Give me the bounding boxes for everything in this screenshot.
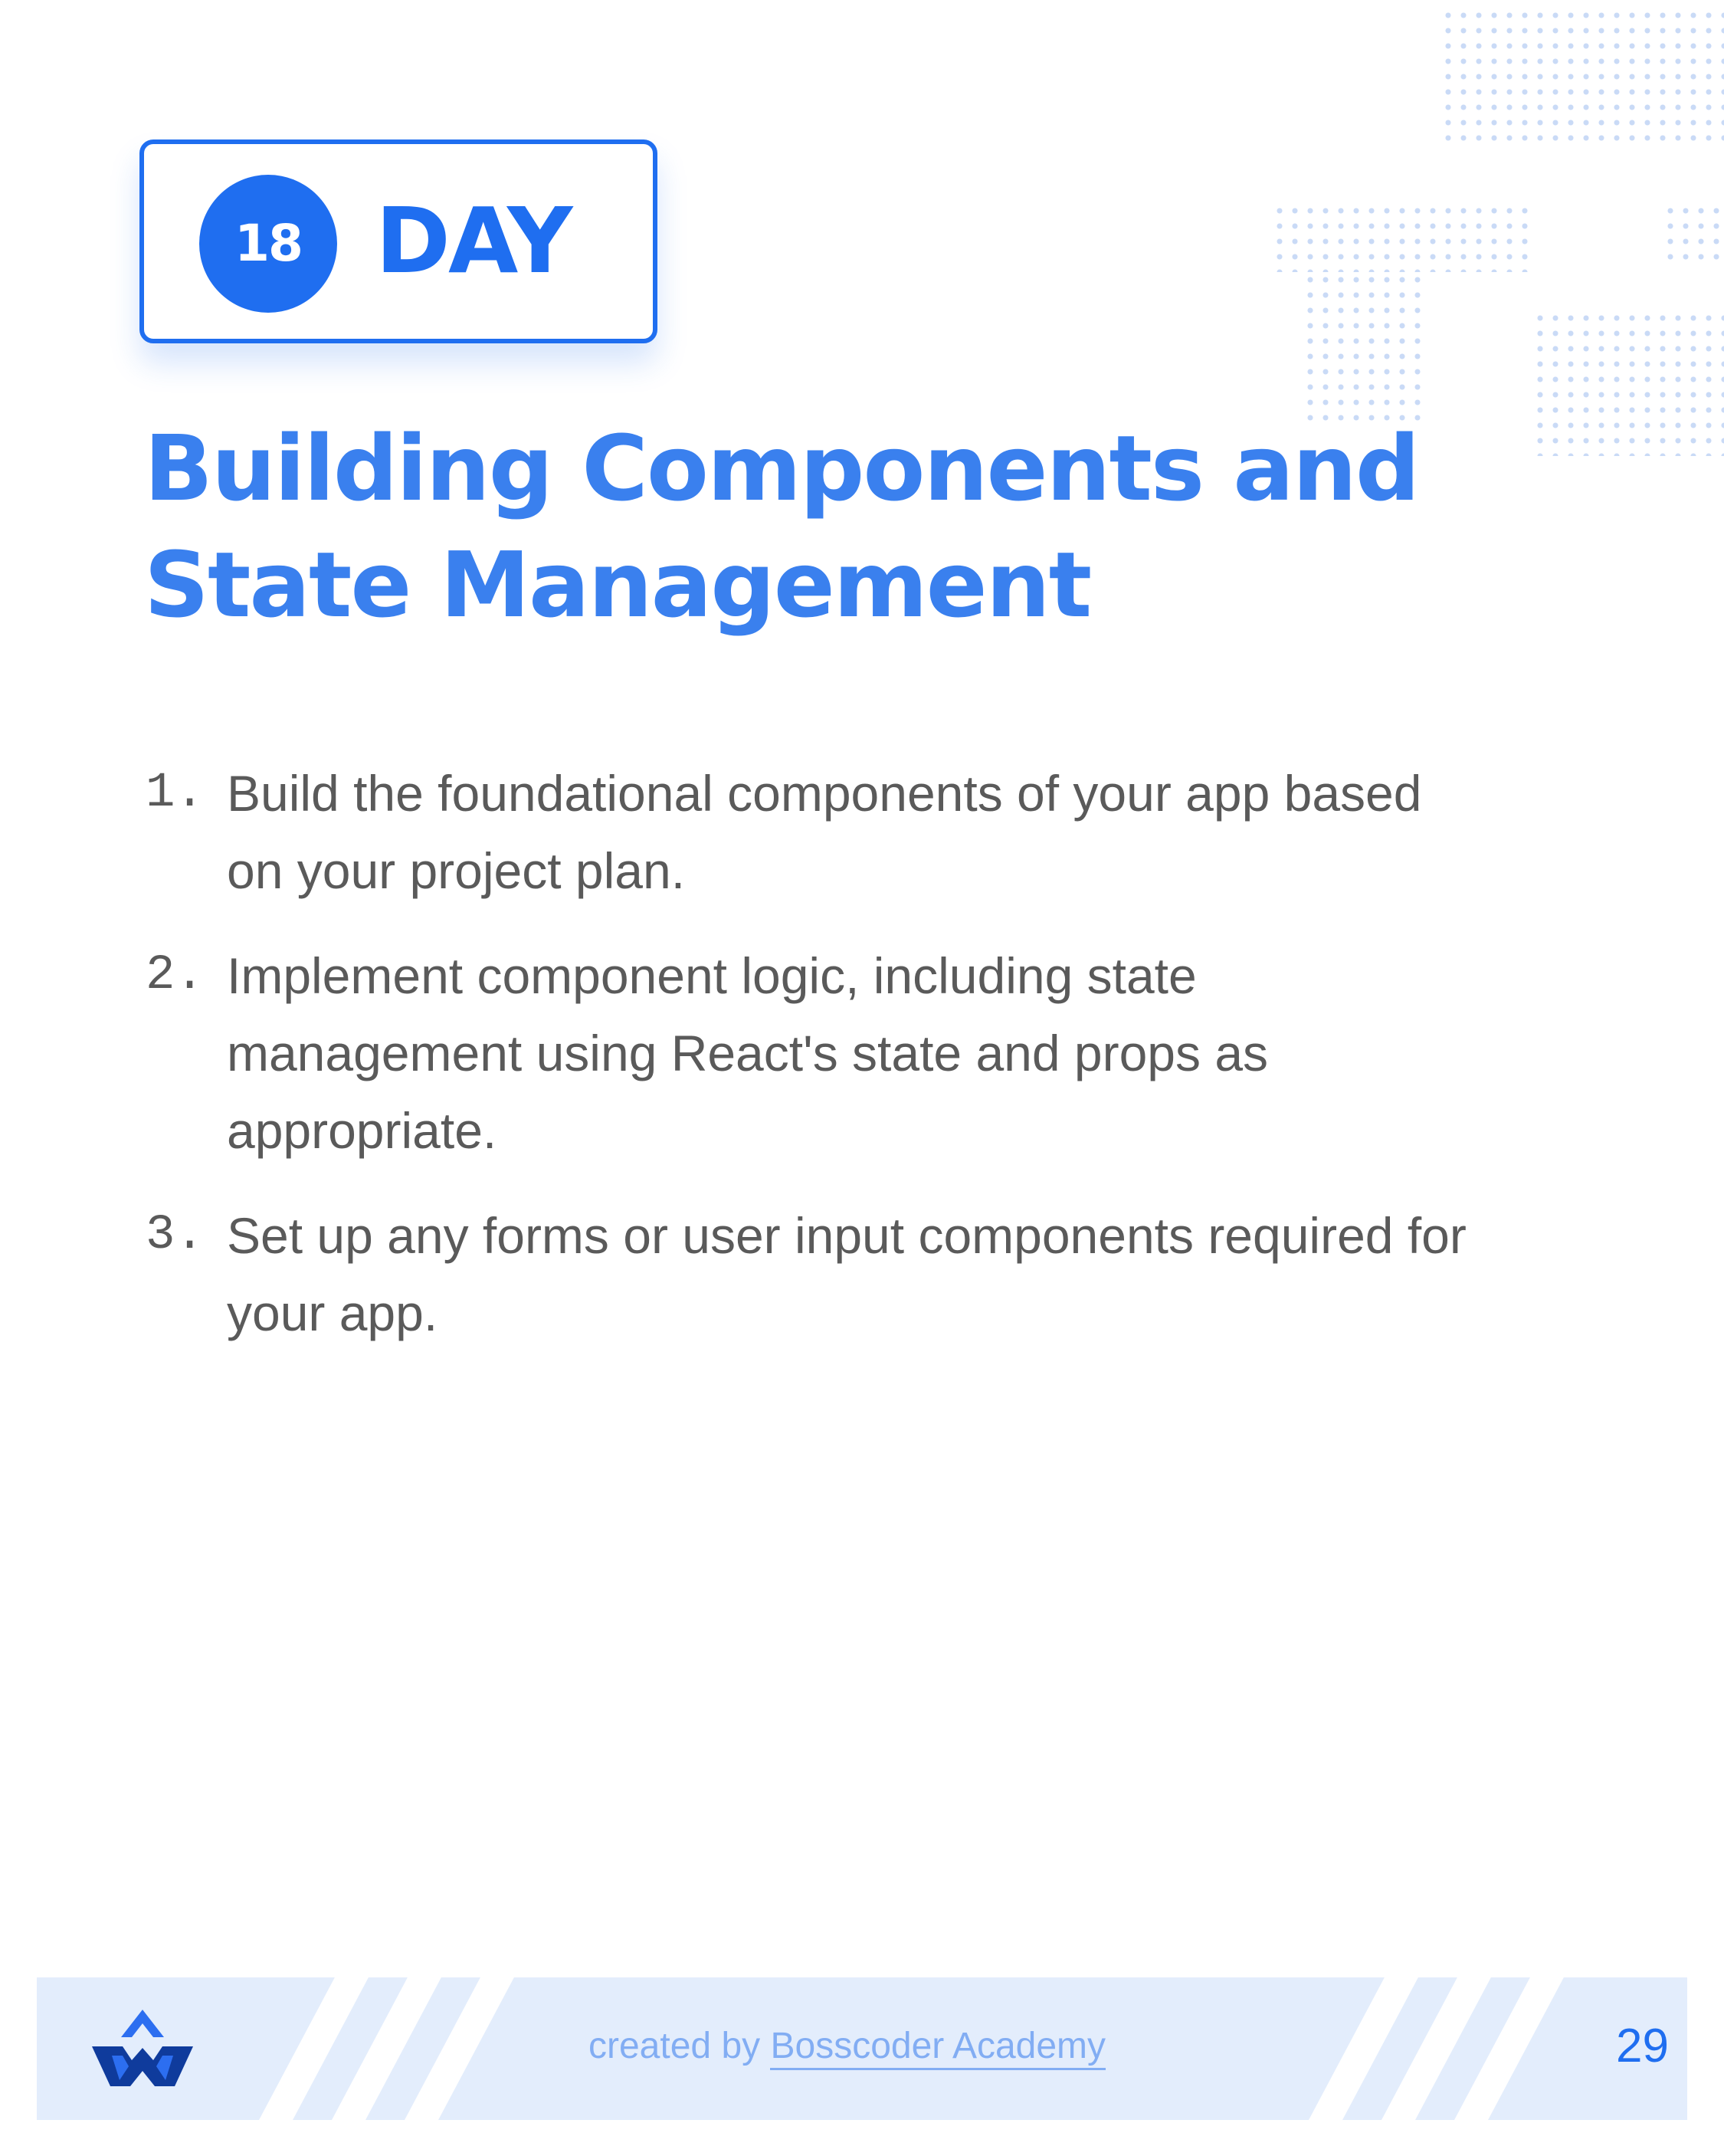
dot-pattern-decoration (1272, 203, 1532, 272)
list-item: 3. Set up any forms or user input compon… (146, 1197, 1624, 1352)
day-badge: 18 DAY (139, 139, 657, 343)
list-item: 2. Implement component logic, including … (146, 937, 1624, 1170)
step-number: 1. (146, 766, 205, 821)
step-text-line: management using React's state and props… (227, 1025, 1269, 1081)
page-title-line: State Management (144, 532, 1092, 638)
page-number: 29 (1616, 2020, 1669, 2072)
step-text-line: Build the foundational components of you… (227, 765, 1422, 822)
step-text-line: Implement component logic, including sta… (227, 947, 1197, 1004)
dot-pattern-decoration (1440, 8, 1724, 142)
footer-credit: created by Bosscoder Academy (588, 2019, 1201, 2074)
step-text-line: appropriate. (227, 1102, 497, 1159)
footer: created by Bosscoder Academy 29 (37, 1977, 1687, 2120)
step-number: 2. (146, 948, 205, 1003)
dot-pattern-decoration (1663, 203, 1724, 264)
step-text-line: on your project plan. (227, 842, 686, 899)
dot-pattern-decoration (1303, 272, 1425, 425)
step-number: 3. (146, 1208, 205, 1263)
steps-list: 1. Build the foundational components of … (146, 755, 1624, 1380)
page-title: Building Components and State Management (144, 410, 1600, 643)
bosscoder-logo-icon (92, 2010, 193, 2086)
day-number-circle: 18 (199, 175, 337, 313)
step-text-line: Set up any forms or user input component… (227, 1207, 1467, 1264)
footer-brand-link[interactable]: Bosscoder Academy (770, 2026, 1106, 2070)
day-label: DAY (375, 188, 572, 294)
footer-credit-prefix: created by (588, 2026, 761, 2066)
page-title-line: Building Components and (144, 415, 1420, 521)
list-item: 1. Build the foundational components of … (146, 755, 1624, 910)
step-text-line: your app. (227, 1285, 438, 1341)
